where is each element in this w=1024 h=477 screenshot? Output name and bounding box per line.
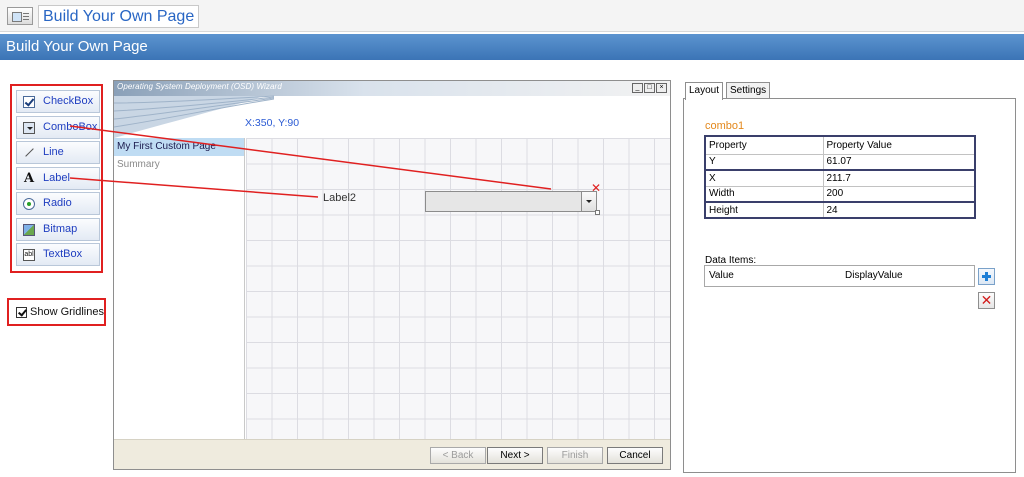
toolbox-textbox-button[interactable]: abl TextBox — [16, 243, 100, 266]
tab-layout[interactable]: Layout — [685, 82, 724, 100]
tab-settings[interactable]: Settings — [726, 82, 771, 99]
property-value[interactable]: 24 — [823, 201, 975, 219]
delete-item-icon[interactable]: ✕ — [978, 292, 995, 309]
table-row[interactable]: Y 61.07 — [705, 153, 975, 171]
close-button[interactable]: × — [656, 83, 667, 93]
page-header: Build Your Own Page — [0, 34, 1024, 60]
cancel-button[interactable]: Cancel — [607, 447, 663, 464]
property-name: Height — [705, 201, 824, 219]
column-header-property: Property — [705, 135, 824, 155]
page-icon — [7, 7, 33, 25]
table-header-row: Property Property Value — [705, 135, 975, 155]
add-item-icon[interactable] — [978, 268, 995, 285]
property-name: Width — [705, 185, 824, 203]
wizard-footer: < Back Next > Finish Cancel — [114, 439, 670, 469]
wizard-header: Operating System Deployment (OSD) Wizard… — [114, 81, 670, 138]
bitmap-icon — [23, 224, 35, 236]
next-button[interactable]: Next > — [487, 447, 543, 464]
window-title: Build Your Own Page — [38, 5, 200, 28]
toolbox-bitmap-button[interactable]: Bitmap — [16, 218, 100, 241]
nav-item-my-first-custom-page[interactable]: My First Custom Page — [114, 138, 244, 156]
delete-control-icon[interactable]: ✕ — [591, 182, 601, 194]
line-icon — [23, 147, 35, 159]
property-value[interactable]: 61.07 — [823, 153, 975, 171]
column-header-property-value: Property Value — [823, 135, 975, 155]
property-value[interactable]: 211.7 — [823, 169, 975, 187]
cursor-coordinates: X:350, Y:90 — [245, 117, 300, 129]
table-row[interactable]: Height 24 — [705, 201, 975, 219]
toolbox-combobox-button[interactable]: ComboBox — [16, 116, 100, 139]
table-row[interactable]: Width 200 — [705, 185, 975, 203]
show-gridlines-option: Show Gridlines — [7, 298, 106, 326]
property-name: X — [705, 169, 824, 187]
property-value[interactable]: 200 — [823, 185, 975, 203]
table-row[interactable]: X 211.7 — [705, 169, 975, 187]
minimize-button[interactable]: _ — [632, 83, 643, 93]
combobox-icon — [23, 122, 35, 134]
property-name: Y — [705, 153, 824, 171]
toolbox-label-button[interactable]: A Label — [16, 167, 100, 190]
column-header-value: Value — [709, 270, 734, 281]
show-gridlines-checkbox[interactable] — [16, 307, 27, 318]
show-gridlines-label: Show Gridlines — [30, 306, 104, 318]
title-strip: Build Your Own Page — [0, 0, 1024, 32]
build-your-own-page-window: Build Your Own Page Build Your Own Page … — [0, 0, 1024, 477]
wizard-preview-window: Operating System Deployment (OSD) Wizard… — [113, 80, 671, 470]
design-canvas[interactable]: Label2 ✕ — [246, 138, 670, 439]
control-toolbox: CheckBox ComboBox Line A Label Radio Bit… — [10, 84, 103, 273]
finish-button[interactable]: Finish — [547, 447, 603, 464]
toolbox-item-label: Bitmap — [43, 223, 78, 235]
column-header-display-value: DisplayValue — [845, 270, 903, 281]
toolbox-line-button[interactable]: Line — [16, 141, 100, 164]
property-table: Property Property Value Y 61.07 X 211.7 … — [704, 135, 976, 219]
layout-tab-content: combo1 Property Property Value Y 61.07 X… — [683, 98, 1016, 473]
textbox-icon: abl — [23, 249, 35, 261]
toolbox-item-label: ComboBox — [43, 121, 98, 133]
properties-panel: Layout Settings combo1 Property Property… — [681, 80, 1018, 473]
wizard-body: My First Custom Page Summary Label2 ✕ — [114, 138, 670, 439]
canvas-label-control[interactable]: Label2 — [323, 192, 356, 204]
maximize-button[interactable]: □ — [644, 83, 655, 93]
toolbox-checkbox-button[interactable]: CheckBox — [16, 90, 100, 113]
data-items-table[interactable]: Value DisplayValue — [704, 265, 975, 287]
wizard-title: Operating System Deployment (OSD) Wizard — [117, 82, 282, 91]
toolbox-item-label: CheckBox — [43, 95, 94, 107]
toolbox-item-label: TextBox — [43, 248, 83, 260]
window-controls: _ □ × — [632, 83, 667, 93]
selected-control-name: combo1 — [705, 120, 745, 132]
toolbox-item-label: Label — [43, 172, 70, 184]
nav-item-summary[interactable]: Summary — [114, 156, 244, 174]
back-button[interactable]: < Back — [430, 447, 486, 464]
toolbox-item-label: Radio — [43, 197, 72, 209]
resize-handle[interactable] — [595, 210, 600, 215]
wizard-nav: My First Custom Page Summary — [114, 138, 245, 439]
radio-icon — [23, 198, 35, 210]
label-icon: A — [23, 171, 35, 186]
toolbox-radio-button[interactable]: Radio — [16, 192, 100, 215]
toolbox-item-label: Line — [43, 146, 64, 158]
checkbox-icon — [23, 96, 35, 108]
canvas-combobox-control[interactable] — [425, 191, 597, 212]
